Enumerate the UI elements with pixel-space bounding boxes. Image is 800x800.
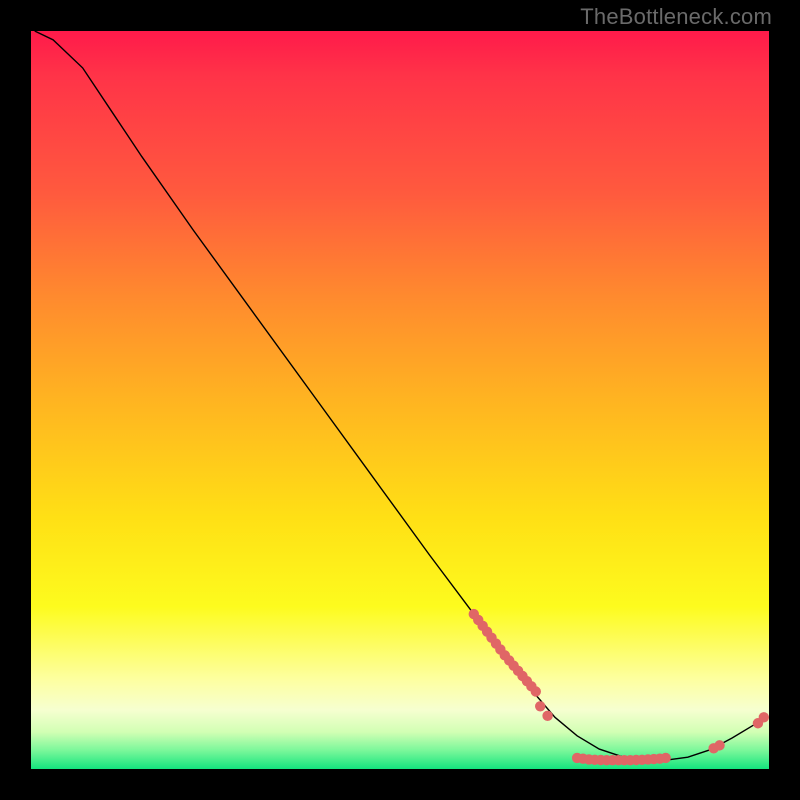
chart-marker (714, 740, 724, 750)
chart-marker (660, 753, 670, 763)
chart-marker (759, 712, 769, 722)
chart-plot-area (31, 31, 769, 769)
chart-curve (35, 31, 768, 760)
chart-marker (535, 701, 545, 711)
chart-marker (542, 711, 552, 721)
watermark-text: TheBottleneck.com (580, 4, 772, 30)
chart-marker (531, 686, 541, 696)
chart-overlay-svg (31, 31, 769, 769)
